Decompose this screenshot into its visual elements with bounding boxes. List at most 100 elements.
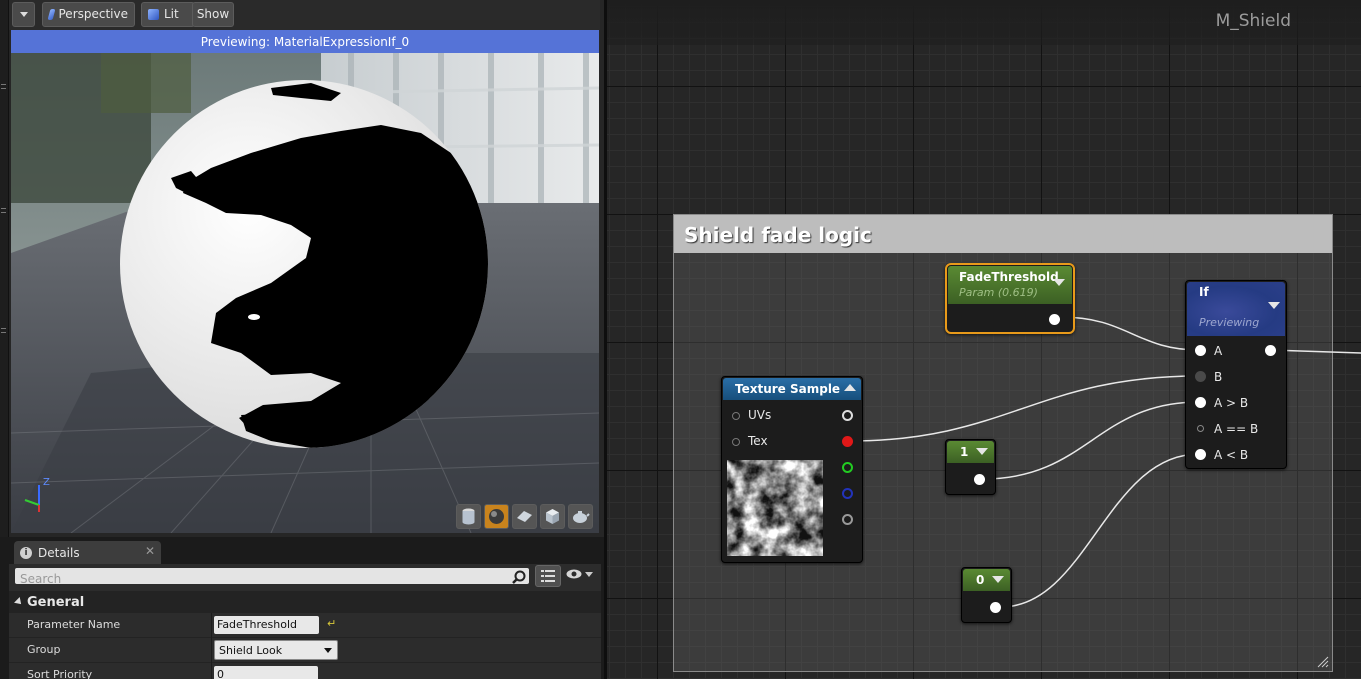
output-pin[interactable] bbox=[974, 474, 985, 485]
preview-banner: Previewing: MaterialExpressionIf_0 bbox=[11, 30, 599, 53]
input-pin-a[interactable] bbox=[1195, 345, 1206, 356]
sort-priority-field[interactable]: 0 bbox=[214, 666, 318, 679]
node-title: Texture Sample bbox=[735, 382, 841, 396]
output-pin[interactable] bbox=[1049, 314, 1060, 325]
node-subtitle: Param (0.619) bbox=[959, 286, 1038, 299]
sphere-icon bbox=[489, 509, 504, 524]
list-view-icon bbox=[541, 570, 555, 582]
collapse-chevron-icon[interactable] bbox=[1268, 302, 1280, 309]
details-panel: i Details ✕ General Par bbox=[0, 537, 604, 679]
output-pin[interactable] bbox=[1265, 345, 1276, 356]
property-label: Group bbox=[27, 643, 61, 656]
viewport-options-button[interactable] bbox=[12, 2, 35, 27]
collapse-chevron-icon[interactable] bbox=[844, 384, 856, 391]
details-info-icon: i bbox=[20, 546, 32, 559]
material-name-watermark: M_Shield bbox=[1215, 11, 1291, 31]
show-label: Show bbox=[196, 7, 230, 21]
input-pin-b[interactable] bbox=[1195, 371, 1206, 382]
input-pin-a-greater-b[interactable] bbox=[1195, 397, 1206, 408]
eye-icon bbox=[566, 569, 582, 579]
lit-label: Lit bbox=[164, 7, 179, 21]
output-pin-a[interactable] bbox=[842, 514, 853, 525]
material-preview-viewport[interactable]: Z bbox=[11, 53, 599, 533]
pin-label: A > B bbox=[1214, 396, 1249, 410]
chevron-down-icon bbox=[324, 648, 332, 653]
preview-custom-mesh-button[interactable] bbox=[568, 504, 593, 529]
group-combo-box[interactable]: Shield Look bbox=[214, 640, 338, 660]
input-pin-a-equals-b[interactable] bbox=[1197, 425, 1204, 432]
general-section-label: General bbox=[27, 594, 85, 610]
collapse-chevron-icon[interactable] bbox=[976, 448, 988, 455]
node-value: 1 bbox=[960, 445, 969, 459]
pin-label: B bbox=[1214, 370, 1223, 384]
pin-label: Tex bbox=[748, 434, 768, 448]
search-box bbox=[15, 568, 529, 587]
collapse-triangle-icon bbox=[14, 597, 24, 607]
output-pin-b[interactable] bbox=[842, 488, 853, 499]
property-row-group: Group Shield Look bbox=[9, 638, 601, 663]
reset-to-default-icon[interactable]: ↵ bbox=[327, 617, 336, 630]
property-label: Sort Priority bbox=[27, 668, 93, 679]
details-body: General Parameter Name FadeThreshold ↵ G… bbox=[9, 564, 601, 679]
chevron-down-icon bbox=[585, 571, 593, 577]
preview-scene: Z bbox=[11, 53, 599, 533]
details-tab[interactable]: i Details ✕ bbox=[14, 541, 161, 564]
node-subtitle: Previewing bbox=[1199, 316, 1260, 329]
input-pin-uvs[interactable] bbox=[732, 412, 740, 420]
pin-label: A == B bbox=[1214, 422, 1259, 436]
output-pin-rgb[interactable] bbox=[842, 410, 853, 421]
viewport-panel: Perspective Lit Show Previewing: Materia… bbox=[0, 0, 604, 537]
left-panel-strip bbox=[0, 0, 9, 537]
node-if[interactable]: If Previewing A B A > B A == B A < B bbox=[1185, 280, 1287, 469]
node-value: 0 bbox=[976, 573, 985, 587]
comment-title[interactable]: Shield fade logic bbox=[674, 215, 1332, 253]
output-pin-r[interactable] bbox=[842, 436, 853, 447]
preview-cube-button[interactable] bbox=[540, 504, 565, 529]
property-label: Parameter Name bbox=[27, 618, 121, 631]
perspective-label: Perspective bbox=[58, 7, 129, 21]
preview-cylinder-button[interactable] bbox=[456, 504, 481, 529]
pin-label: UVs bbox=[748, 408, 772, 422]
collapse-chevron-icon[interactable] bbox=[1053, 279, 1065, 286]
group-value: Shield Look bbox=[219, 644, 283, 657]
collapse-chevron-icon[interactable] bbox=[992, 576, 1004, 583]
node-fade-threshold[interactable]: FadeThreshold Param (0.619) bbox=[945, 263, 1075, 334]
node-title: If bbox=[1199, 285, 1209, 299]
close-icon[interactable]: ✕ bbox=[145, 544, 155, 558]
details-tab-label: Details bbox=[38, 545, 80, 560]
search-input[interactable] bbox=[15, 571, 505, 587]
parameter-name-field[interactable]: FadeThreshold bbox=[214, 616, 319, 634]
cylinder-icon bbox=[462, 508, 475, 525]
output-pin-g[interactable] bbox=[842, 462, 853, 473]
node-constant-zero[interactable]: 0 bbox=[961, 567, 1012, 623]
show-button[interactable]: Show bbox=[192, 2, 234, 27]
node-constant-one[interactable]: 1 bbox=[945, 439, 996, 495]
preview-plane-button[interactable] bbox=[512, 504, 537, 529]
resize-handle-icon[interactable] bbox=[1317, 656, 1329, 668]
output-pin[interactable] bbox=[990, 602, 1001, 613]
input-pin-a-less-b[interactable] bbox=[1195, 449, 1206, 460]
material-editor-window: Perspective Lit Show Previewing: Materia… bbox=[0, 0, 1361, 679]
general-section-header[interactable]: General bbox=[9, 591, 601, 613]
material-graph[interactable]: M_Shield Shield fade logic FadeThreshold… bbox=[607, 0, 1361, 679]
plane-icon bbox=[517, 511, 532, 522]
view-options-button[interactable] bbox=[535, 565, 561, 587]
viewport-toolbar: Perspective Lit Show bbox=[9, 0, 600, 30]
visibility-options-button[interactable] bbox=[566, 569, 593, 579]
node-texture-sample[interactable]: Texture Sample UVs Tex bbox=[721, 376, 863, 563]
lit-button[interactable]: Lit bbox=[141, 2, 195, 27]
texture-thumbnail bbox=[727, 460, 823, 556]
perspective-button[interactable]: Perspective bbox=[42, 2, 135, 27]
search-icon[interactable] bbox=[512, 569, 526, 588]
cube-icon bbox=[546, 509, 559, 524]
axis-z-label: Z bbox=[43, 477, 50, 488]
property-row-sort-priority: Sort Priority 0 bbox=[9, 663, 601, 679]
input-pin-tex[interactable] bbox=[732, 438, 740, 446]
lit-cube-icon bbox=[148, 9, 159, 20]
pin-label: A < B bbox=[1214, 448, 1249, 462]
perspective-icon bbox=[47, 9, 55, 20]
teapot-icon bbox=[573, 511, 590, 523]
preview-sphere-button[interactable] bbox=[484, 504, 509, 529]
property-row-parameter-name: Parameter Name FadeThreshold ↵ bbox=[9, 613, 601, 638]
pin-label: A bbox=[1214, 344, 1223, 358]
